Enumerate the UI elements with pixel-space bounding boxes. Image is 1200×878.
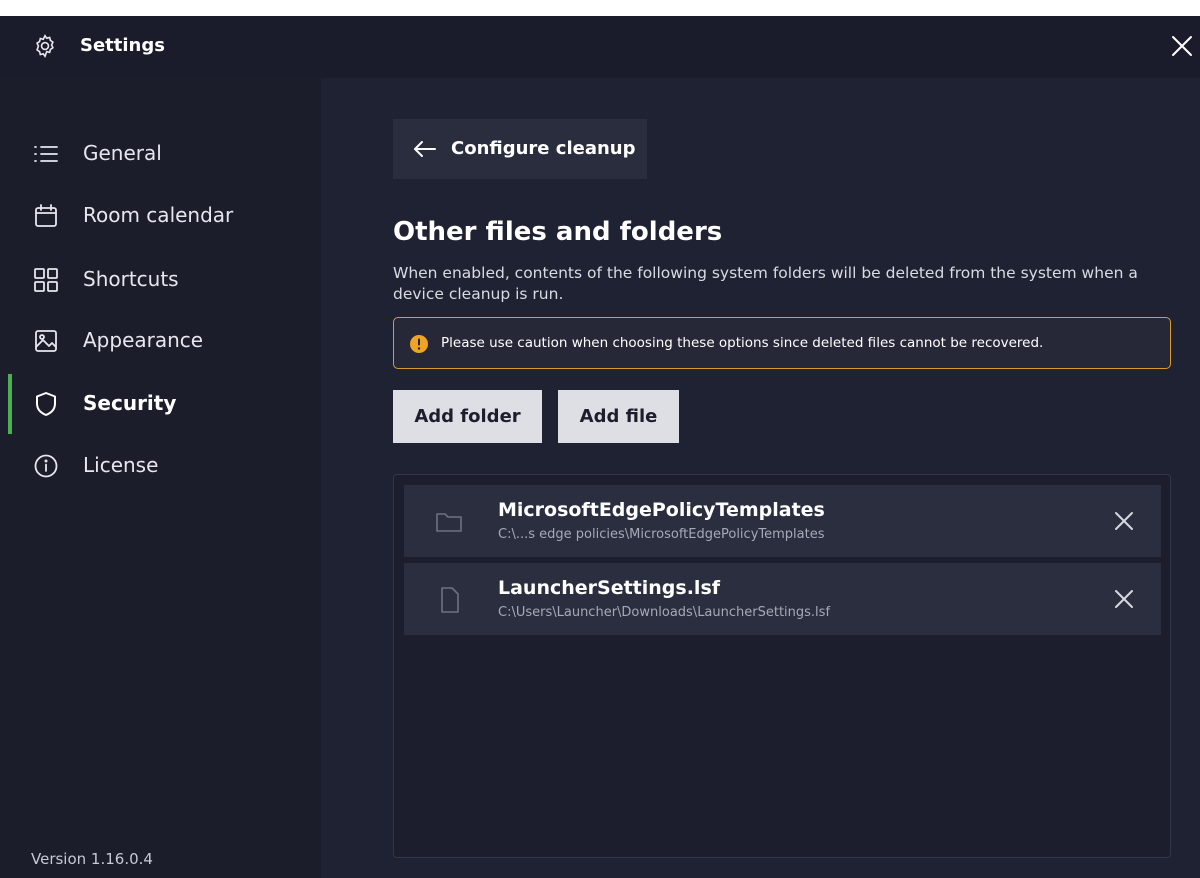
page-title: Other files and folders — [393, 217, 723, 247]
page-description: When enabled, contents of the following … — [393, 264, 1138, 303]
warning-icon — [410, 335, 428, 353]
sidebar-item-security[interactable]: Security — [0, 374, 321, 434]
arrow-left-icon — [414, 141, 436, 157]
add-folder-button[interactable]: Add folder — [393, 390, 542, 443]
sidebar-item-label: Room calendar — [83, 203, 234, 227]
remove-icon[interactable] — [1112, 587, 1136, 611]
items-list: MicrosoftEdgePolicyTemplates C:\...s edg… — [393, 474, 1171, 858]
settings-window: Settings General Room calendar Shortcuts… — [0, 16, 1200, 878]
calendar-icon — [35, 204, 57, 227]
version-label: Version 1.16.0.4 — [31, 850, 153, 868]
warning-text: Please use caution when choosing these o… — [441, 335, 1044, 351]
back-button[interactable]: Configure cleanup — [393, 119, 647, 179]
file-icon — [441, 587, 459, 613]
sidebar-item-license[interactable]: License — [0, 436, 321, 496]
grid-icon — [34, 268, 58, 292]
sidebar-item-label: Appearance — [83, 328, 204, 352]
list-icon — [34, 146, 58, 162]
sidebar-item-room-calendar[interactable]: Room calendar — [0, 186, 321, 246]
folder-icon — [436, 513, 462, 532]
sidebar-item-shortcuts[interactable]: Shortcuts — [0, 250, 321, 310]
sidebar-item-label: General — [83, 141, 162, 165]
item-name: LauncherSettings.lsf — [498, 577, 721, 599]
info-icon — [34, 454, 58, 478]
close-icon[interactable] — [1168, 32, 1196, 60]
sidebar-item-appearance[interactable]: Appearance — [0, 311, 321, 371]
list-item: LauncherSettings.lsf C:\Users\Launcher\D… — [404, 563, 1161, 635]
warning-banner: Please use caution when choosing these o… — [393, 317, 1171, 369]
title-bar: Settings — [0, 16, 1200, 78]
item-name: MicrosoftEdgePolicyTemplates — [498, 499, 825, 521]
main-content: Configure cleanup Other files and folder… — [321, 78, 1200, 878]
sidebar-item-label: License — [83, 453, 159, 477]
back-button-label: Configure cleanup — [451, 138, 636, 159]
item-path: C:\...s edge policies\MicrosoftEdgePolic… — [498, 527, 825, 542]
list-item: MicrosoftEdgePolicyTemplates C:\...s edg… — [404, 485, 1161, 557]
window-title: Settings — [80, 35, 165, 56]
item-path: C:\Users\Launcher\Downloads\LauncherSett… — [498, 605, 831, 620]
gear-icon — [36, 34, 54, 59]
image-icon — [35, 330, 57, 352]
sidebar: General Room calendar Shortcuts Appearan… — [0, 78, 321, 878]
sidebar-item-general[interactable]: General — [0, 124, 321, 184]
sidebar-item-label: Security — [83, 391, 177, 415]
sidebar-item-label: Shortcuts — [83, 267, 179, 291]
shield-icon — [36, 392, 56, 416]
remove-icon[interactable] — [1112, 509, 1136, 533]
add-file-button[interactable]: Add file — [558, 390, 679, 443]
